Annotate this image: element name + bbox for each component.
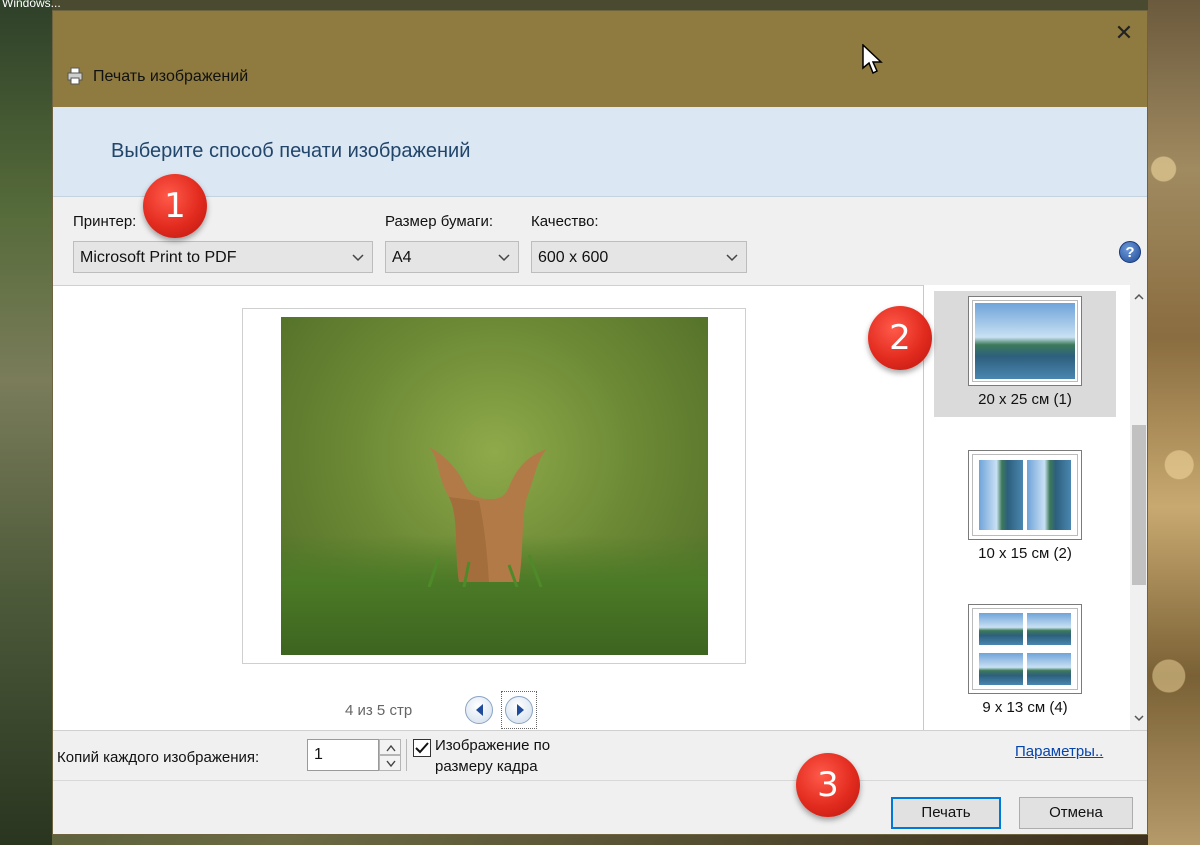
printer-select[interactable]: Microsoft Print to PDF: [73, 241, 373, 273]
chevron-up-icon[interactable]: [1133, 291, 1145, 303]
quality-select[interactable]: 600 x 600: [531, 241, 747, 273]
paper-size-select[interactable]: A4: [385, 241, 519, 273]
fit-to-frame-checkbox[interactable]: [413, 739, 431, 757]
dialog-heading: Выберите способ печати изображений: [111, 140, 471, 162]
printer-select-value: Microsoft Print to PDF: [80, 249, 237, 266]
layout-item-20x25[interactable]: 20 x 25 см (1): [934, 291, 1116, 417]
annotation-badge-1: 1: [143, 174, 207, 238]
layout-caption: 9 x 13 см (4): [982, 699, 1068, 716]
arrow-left-icon: [476, 704, 483, 716]
quality-label: Качество:: [531, 213, 599, 230]
page-preview: [242, 308, 746, 664]
mouse-cursor-icon: [862, 44, 883, 75]
fit-to-frame-label[interactable]: Изображение по размеру кадра: [435, 735, 605, 777]
copies-increment-button[interactable]: [379, 739, 401, 755]
layout-caption: 10 x 15 см (2): [978, 545, 1072, 562]
landscape-thumbnail: [979, 613, 1023, 645]
layout-scrollbar[interactable]: [1130, 285, 1147, 730]
print-button[interactable]: Печать: [891, 797, 1001, 829]
separator: [406, 739, 407, 771]
landscape-thumbnail: [1027, 460, 1071, 530]
print-pictures-dialog: Печать изображений ✕ Выберите способ печ…: [52, 10, 1148, 835]
landscape-thumbnail: [1027, 653, 1071, 685]
layout-item-9x13[interactable]: 9 x 13 см (4): [934, 599, 1116, 725]
chevron-down-icon: [726, 254, 738, 262]
chevron-down-icon[interactable]: [1133, 712, 1145, 724]
annotation-badge-2: 2: [868, 306, 932, 370]
annotation-badge-3: 3: [796, 753, 860, 817]
landscape-thumbnail: [979, 460, 1023, 530]
layout-caption: 20 x 25 см (1): [978, 391, 1072, 408]
next-page-button[interactable]: [505, 696, 533, 724]
action-buttons-row: Печать Отмена: [53, 780, 1147, 834]
copies-row: Копий каждого изображения: 1 Изображение…: [53, 730, 1147, 780]
chevron-up-icon: [386, 744, 396, 752]
layout-list: 20 x 25 см (1) 10 x 15 см (2) 9 x 13 см …: [924, 285, 1130, 730]
wallpaper-top: [52, 0, 1148, 10]
cancel-button[interactable]: Отмена: [1019, 797, 1133, 829]
printer-icon: [67, 67, 83, 85]
photo-preview: [281, 317, 708, 655]
wallpaper-right: [1148, 0, 1200, 845]
printer-label: Принтер:: [73, 213, 137, 230]
close-button[interactable]: ✕: [1111, 21, 1137, 47]
page-counter: 4 из 5 стр: [345, 702, 413, 719]
landscape-thumbnail: [1027, 613, 1071, 645]
layout-thumb: [968, 450, 1082, 540]
scroll-thumb[interactable]: [1132, 425, 1146, 585]
wallpaper-left: [0, 0, 52, 845]
arrow-right-icon: [517, 704, 524, 716]
chevron-down-icon: [498, 254, 510, 262]
squirrel-image: [427, 447, 547, 587]
header-band: Выберите способ печати изображений: [53, 107, 1147, 197]
landscape-thumbnail: [979, 653, 1023, 685]
previous-page-button[interactable]: [465, 696, 493, 724]
paper-size-value: A4: [392, 249, 412, 266]
title-bar: Печать изображений ✕: [53, 11, 1147, 107]
copies-decrement-button[interactable]: [379, 755, 401, 771]
layout-item-10x15[interactable]: 10 x 15 см (2): [934, 445, 1116, 571]
desktop-label: Windows...: [2, 0, 61, 10]
options-link[interactable]: Параметры..: [1015, 743, 1103, 760]
landscape-thumbnail: [975, 303, 1075, 379]
quality-value: 600 x 600: [538, 249, 609, 266]
chevron-down-icon: [386, 760, 396, 768]
print-options-row: Принтер: Microsoft Print to PDF Размер б…: [53, 197, 1147, 285]
copies-input[interactable]: 1: [307, 739, 379, 771]
paper-size-label: Размер бумаги:: [385, 213, 493, 230]
window-title: Печать изображений: [93, 68, 249, 85]
chevron-down-icon: [352, 254, 364, 262]
copies-label: Копий каждого изображения:: [57, 749, 260, 766]
layout-thumb: [968, 296, 1082, 386]
preview-area: 4 из 5 стр: [53, 285, 923, 730]
help-icon[interactable]: ?: [1119, 241, 1141, 263]
layout-thumb: [968, 604, 1082, 694]
checkmark-icon: [415, 742, 429, 754]
